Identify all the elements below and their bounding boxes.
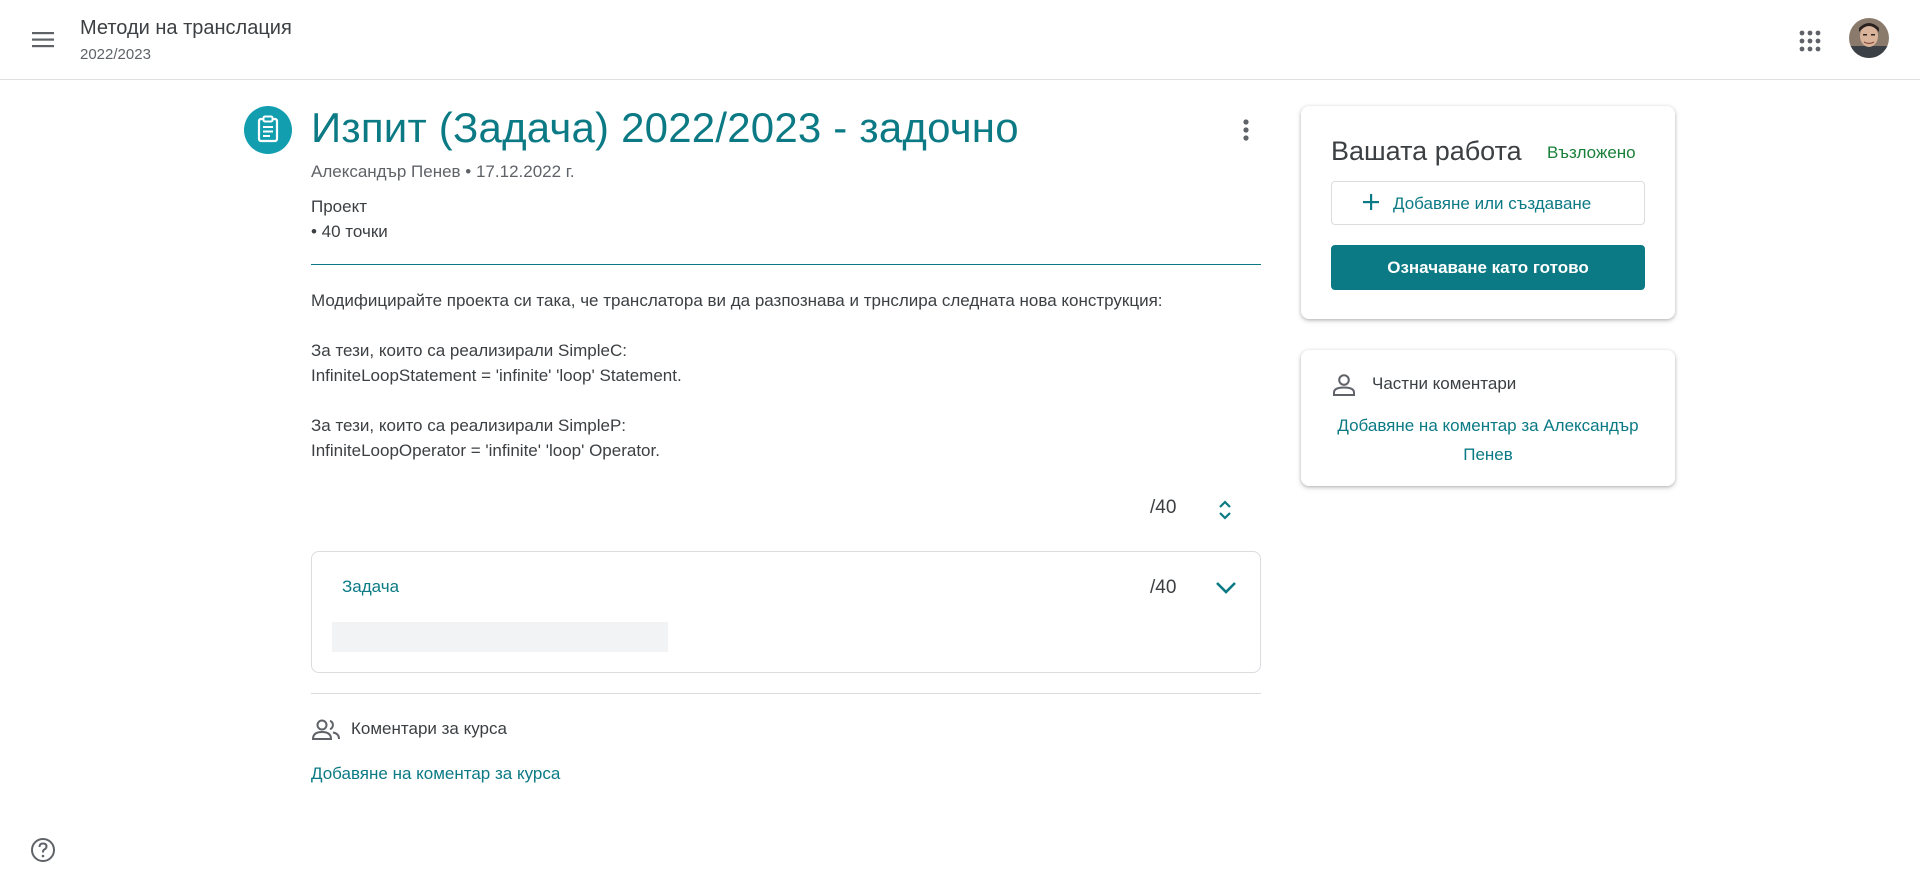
- assignment-type: Проект: [311, 197, 367, 216]
- rubric-loading-placeholder: [332, 622, 668, 652]
- add-or-create-label: Добавяне или създаване: [1393, 194, 1592, 213]
- page-title: Изпит (Задача) 2022/2023 - задочно: [311, 104, 1019, 151]
- plus-icon: [1360, 191, 1382, 213]
- help-icon[interactable]: [29, 836, 57, 864]
- course-title[interactable]: Методи на транслация: [80, 17, 292, 40]
- add-or-create-button[interactable]: Добавяне или създаване: [1331, 181, 1645, 225]
- title-divider: [311, 264, 1261, 265]
- mark-as-done-button[interactable]: Означаване като готово: [1331, 245, 1645, 290]
- assignment-meta: Александър Пенев • 17.12.2022 г.: [311, 162, 575, 181]
- assignment-icon: [244, 106, 292, 154]
- add-private-comment-link[interactable]: Добавяне на коментар за Александър Пенев: [1331, 411, 1645, 469]
- your-work-title: Вашата работа: [1331, 136, 1522, 166]
- more-vert-icon[interactable]: [1233, 114, 1259, 146]
- your-work-card: Вашата работа Възложено Добавяне или съз…: [1301, 106, 1675, 319]
- add-class-comment-link[interactable]: Добавяне на коментар за курса: [311, 764, 560, 784]
- menu-icon[interactable]: [28, 26, 60, 54]
- chevron-down-icon[interactable]: [1212, 574, 1240, 602]
- person-icon: [1331, 372, 1357, 398]
- apps-grid-icon[interactable]: [1795, 26, 1825, 56]
- assignment-description: Модифицирайте проекта си така, че трансл…: [311, 291, 1163, 460]
- top-bar: Методи на транслация 2022/2023: [0, 0, 1920, 80]
- rubric-card: Задача /40: [311, 551, 1261, 673]
- private-comments-card: Частни коментари Добавяне на коментар за…: [1301, 350, 1675, 486]
- status-badge: Възложено: [1547, 143, 1636, 162]
- private-comments-title: Частни коментари: [1372, 374, 1517, 393]
- assignment-points: • 40 точки: [311, 222, 388, 241]
- people-icon: [311, 716, 341, 744]
- course-subtitle: 2022/2023: [80, 46, 151, 63]
- rubric-score: /40: [1150, 577, 1177, 598]
- rubric-name[interactable]: Задача: [342, 577, 399, 597]
- unfold-icon[interactable]: [1213, 497, 1237, 523]
- section-divider: [311, 693, 1261, 694]
- grade-total: /40: [1150, 497, 1177, 518]
- avatar[interactable]: [1849, 18, 1889, 58]
- class-comments-title: Коментари за курса: [351, 719, 507, 738]
